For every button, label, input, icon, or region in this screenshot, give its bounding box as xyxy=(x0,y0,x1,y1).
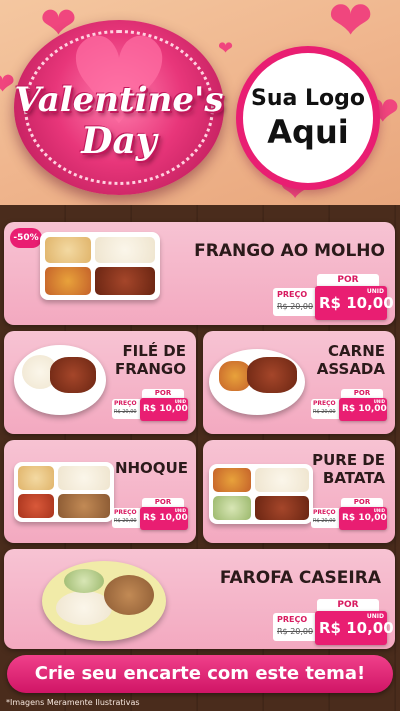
por-label: POR xyxy=(317,599,379,611)
price-tag: POR PREÇO R$ 20,00 R$ 10,00 UNID xyxy=(273,274,394,320)
new-price-box: R$ 10,00 UNID xyxy=(315,611,394,645)
unit-label: UNID xyxy=(174,508,186,513)
brand-title-line1: Valentine's xyxy=(14,80,224,120)
product-card-pure-de-batata: PURE DE BATATA POR PREÇO R$ 20,00 R$ 10,… xyxy=(203,440,395,543)
footnote: *Imagens Meramente Ilustrativas xyxy=(6,698,140,707)
price-tag: POR PREÇO R$ 20,00 R$ 10,00 UNID xyxy=(273,599,394,645)
food-compartment xyxy=(18,466,54,490)
food-compartment xyxy=(45,237,91,263)
food-image-tray xyxy=(40,232,160,300)
product-card-carne-assada: CARNE ASSADA POR PREÇO R$ 20,00 R$ 10,00… xyxy=(203,331,395,434)
header-banner: ❤ ❤ ❤ ❤ ❤ ❤ ♥ Valentine's Day Sua Logo A… xyxy=(0,0,400,205)
food-image-tray xyxy=(209,464,313,524)
logo-placeholder: Sua Logo Aqui xyxy=(236,46,380,190)
old-price: R$ 20,00 xyxy=(313,518,336,524)
old-price: R$ 20,00 xyxy=(313,409,336,415)
food-portion xyxy=(247,357,297,393)
price-tag: POR PREÇO R$ 20,00 R$ 10,00 UNID xyxy=(112,498,188,530)
unit-label: UNID xyxy=(366,288,384,295)
new-price-box: R$ 10,00 UNID xyxy=(315,286,394,320)
food-image-tray xyxy=(14,462,114,522)
food-compartment xyxy=(45,267,91,295)
product-name: FAROFA CASEIRA xyxy=(219,568,381,588)
price-tag: POR PREÇO R$ 20,00 R$ 10,00 UNID xyxy=(311,498,387,530)
new-price-box: R$ 10,00 UNID xyxy=(339,398,387,421)
heart-icon: ❤ xyxy=(218,38,234,59)
old-price: R$ 20,00 xyxy=(277,302,314,311)
new-price: R$ 10,00 xyxy=(342,404,387,414)
discount-badge: -50% xyxy=(10,228,42,248)
new-price: R$ 10,00 xyxy=(143,404,188,414)
product-card-nhoque: NHOQUE POR PREÇO R$ 20,00 R$ 10,00 UNID xyxy=(4,440,196,543)
preco-label: PREÇO xyxy=(313,400,336,407)
preco-label: PREÇO xyxy=(313,509,336,516)
food-compartment xyxy=(95,267,155,295)
food-portion xyxy=(50,357,96,393)
por-label: POR xyxy=(317,274,379,286)
preco-label: PREÇO xyxy=(277,615,308,624)
product-name-line1: PURE DE xyxy=(312,451,385,469)
product-card-frango-ao-molho: -50% FRANGO AO MOLHO POR PREÇO R$ 20,00 … xyxy=(4,222,395,325)
new-price-box: R$ 10,00 UNID xyxy=(339,507,387,530)
new-price: R$ 10,00 xyxy=(342,513,387,523)
por-label: POR xyxy=(341,498,383,507)
price-tag: POR PREÇO R$ 20,00 R$ 10,00 UNID xyxy=(112,389,188,421)
food-compartment xyxy=(18,494,54,518)
heart-icon: ❤ xyxy=(0,67,16,102)
food-compartment xyxy=(255,496,309,520)
valentines-badge: ♥ Valentine's Day xyxy=(14,20,224,195)
product-name-line1: FILÉ DE xyxy=(122,342,186,360)
por-label: POR xyxy=(142,498,184,507)
food-compartment xyxy=(255,468,309,492)
por-label: POR xyxy=(142,389,184,398)
old-price-box: PREÇO R$ 20,00 xyxy=(273,613,319,641)
product-card-file-de-frango: FILÉ DE FRANGO POR PREÇO R$ 20,00 R$ 10,… xyxy=(4,331,196,434)
food-compartment xyxy=(58,466,110,490)
food-compartment xyxy=(58,494,110,518)
product-name-line2: BATATA xyxy=(322,469,385,487)
unit-label: UNID xyxy=(373,399,385,404)
product-name-line1: CARNE xyxy=(328,342,385,360)
unit-label: UNID xyxy=(373,508,385,513)
preco-label: PREÇO xyxy=(114,400,137,407)
old-price: R$ 20,00 xyxy=(277,627,314,636)
new-price: R$ 10,00 xyxy=(143,513,188,523)
product-name: NHOQUE xyxy=(114,459,188,477)
cta-button[interactable]: Crie seu encarte com este tema! xyxy=(7,655,393,693)
logo-text-line2: Aqui xyxy=(267,112,349,151)
new-price-box: R$ 10,00 UNID xyxy=(140,507,188,530)
unit-label: UNID xyxy=(366,613,384,620)
old-price: R$ 20,00 xyxy=(114,518,137,524)
heart-icon: ❤ xyxy=(328,0,374,52)
food-image-bowl xyxy=(42,561,166,641)
new-price: R$ 10,00 xyxy=(319,294,394,312)
price-tag: POR PREÇO R$ 20,00 R$ 10,00 UNID xyxy=(311,389,387,421)
brand-title-line2: Day xyxy=(81,120,157,162)
food-compartment xyxy=(213,468,251,492)
product-name: FRANGO AO MOLHO xyxy=(194,241,385,261)
preco-label: PREÇO xyxy=(114,509,137,516)
new-price: R$ 10,00 xyxy=(319,619,394,637)
new-price-box: R$ 10,00 UNID xyxy=(140,398,188,421)
product-name-line2: ASSADA xyxy=(316,360,385,378)
old-price-box: PREÇO R$ 20,00 xyxy=(273,288,319,316)
product-name-line2: FRANGO xyxy=(114,360,186,378)
unit-label: UNID xyxy=(174,399,186,404)
food-portion xyxy=(64,569,104,593)
logo-text-line1: Sua Logo xyxy=(250,85,365,111)
por-label: POR xyxy=(341,389,383,398)
product-card-farofa-caseira: FAROFA CASEIRA POR PREÇO R$ 20,00 R$ 10,… xyxy=(4,549,395,649)
food-portion xyxy=(104,575,154,615)
food-compartment xyxy=(95,237,155,263)
food-image-bowl xyxy=(14,345,106,415)
food-compartment xyxy=(213,496,251,520)
food-image-bowl xyxy=(209,349,305,415)
preco-label: PREÇO xyxy=(277,290,308,299)
old-price: R$ 20,00 xyxy=(114,409,137,415)
